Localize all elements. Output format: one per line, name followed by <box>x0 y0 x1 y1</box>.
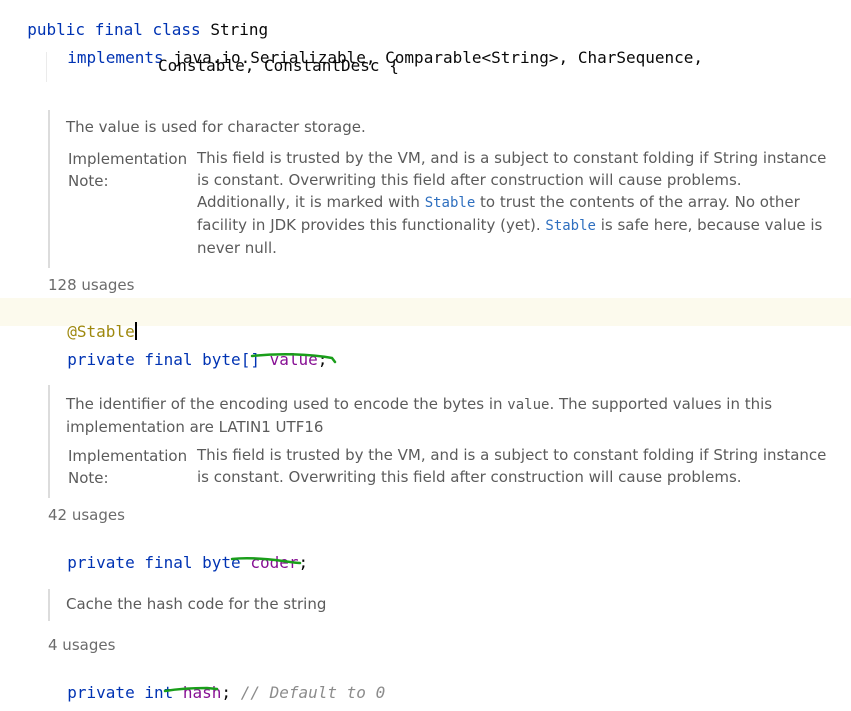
impl-note-body: This field is trusted by the VM, and is … <box>197 446 827 486</box>
green-underline-annotation <box>250 353 337 364</box>
keyword-final: final <box>144 350 193 369</box>
doc-summary: Cache the hash code for the string <box>66 595 327 613</box>
usages-hint[interactable]: 128 usages <box>48 276 134 294</box>
green-underline-annotation <box>163 686 219 693</box>
doc-summary-text: The identifier of the encoding used to e… <box>66 395 508 413</box>
impl-note-label-line1: Implementation <box>68 447 188 465</box>
green-underline-annotation <box>230 556 302 565</box>
usages-hint[interactable]: 4 usages <box>48 636 115 654</box>
interfaces-list-continued[interactable]: Constable, ConstantDesc { <box>158 56 399 75</box>
keyword-final: final <box>144 553 193 572</box>
impl-note-label: Implementation Note: <box>68 445 187 489</box>
line-comment: // Default to 0 <box>240 683 386 702</box>
doc-comment-bar <box>48 385 50 498</box>
keyword-private: private <box>67 350 135 369</box>
stable-link[interactable]: Stable <box>545 218 596 234</box>
impl-note-label: Implementation Note: <box>68 148 187 192</box>
inline-code-value: value <box>507 397 550 413</box>
indent-guide <box>46 52 47 82</box>
impl-note-label-line1: Implementation <box>68 150 188 168</box>
impl-note-label-line2: Note: <box>68 469 109 487</box>
doc-summary: The identifier of the encoding used to e… <box>66 393 826 438</box>
keyword-private: private <box>67 683 135 702</box>
impl-note-label-line2: Note: <box>68 172 109 190</box>
doc-comment-bar <box>48 110 50 268</box>
keyword-implements: implements <box>67 48 164 67</box>
usages-hint[interactable]: 42 usages <box>48 506 125 524</box>
doc-summary: The value is used for character storage. <box>66 118 366 136</box>
impl-note-body: This field is trusted by the VM, and is … <box>197 147 837 259</box>
stable-link[interactable]: Stable <box>425 195 476 211</box>
doc-comment-bar <box>48 589 50 621</box>
keyword-private: private <box>67 553 135 572</box>
